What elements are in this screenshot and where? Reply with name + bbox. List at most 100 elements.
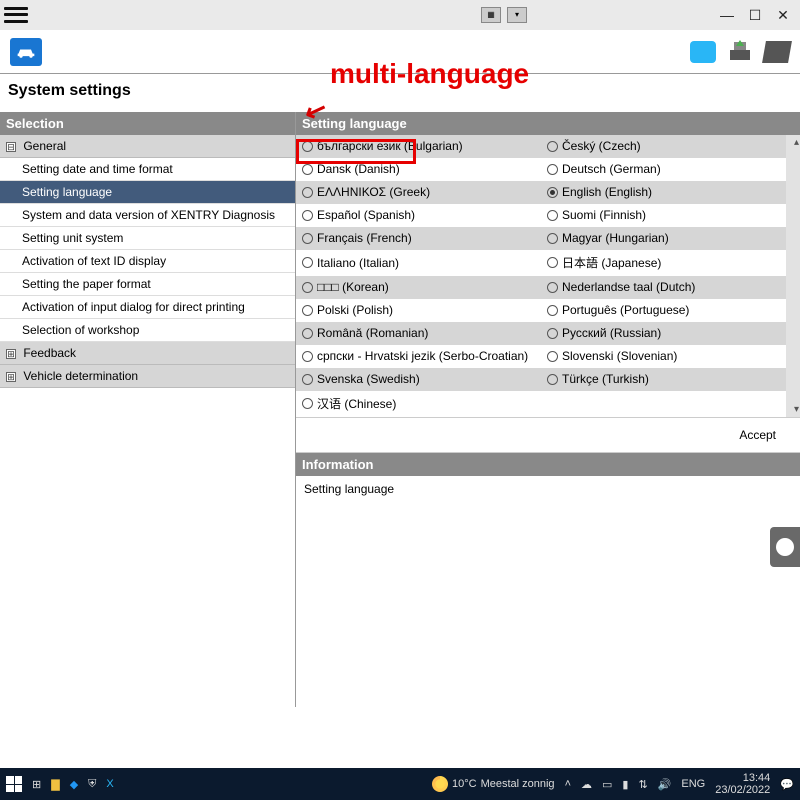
- language-label: □□□ (Korean): [317, 280, 389, 294]
- scroll-up-icon[interactable]: ▴: [794, 137, 799, 148]
- radio-icon: [302, 374, 313, 385]
- tree-item-version[interactable]: System and data version of XENTRY Diagno…: [0, 204, 295, 227]
- vehicle-button[interactable]: [10, 38, 42, 66]
- sun-icon: [432, 776, 448, 792]
- tray-lang[interactable]: ENG: [681, 778, 705, 790]
- tray-chevron-icon[interactable]: ˄: [565, 778, 571, 790]
- car-icon: [16, 45, 36, 59]
- language-option[interactable]: Русский (Russian): [541, 322, 786, 345]
- chat-icon[interactable]: [690, 41, 716, 63]
- language-option[interactable]: Český (Czech): [541, 135, 786, 158]
- radio-icon: [547, 187, 558, 198]
- language-label: Português (Portuguese): [562, 303, 689, 317]
- window-maximize-button[interactable]: ☐: [748, 7, 762, 24]
- tree-group-general[interactable]: ⊟ General: [0, 135, 295, 158]
- tree-item-datetime[interactable]: Setting date and time format: [0, 158, 295, 181]
- hamburger-menu-icon[interactable]: [4, 5, 28, 25]
- language-option[interactable]: Slovenski (Slovenian): [541, 345, 786, 368]
- titlebar-icon-dropdown[interactable]: ▾: [507, 7, 527, 23]
- radio-icon: [302, 141, 313, 152]
- language-option[interactable]: 日本語 (Japanese): [541, 250, 786, 276]
- language-label: Italiano (Italian): [317, 256, 399, 270]
- radio-icon: [547, 282, 558, 293]
- language-option[interactable]: српски - Hrvatski jezik (Serbo-Croatian): [296, 345, 541, 368]
- tray-cloud-icon[interactable]: ☁: [581, 778, 592, 791]
- language-option[interactable]: български език (Bulgarian): [296, 135, 541, 158]
- expander-icon[interactable]: ⊞: [6, 349, 16, 359]
- language-option[interactable]: Svenska (Swedish): [296, 368, 541, 391]
- language-option[interactable]: Deutsch (German): [541, 158, 786, 181]
- tray-screen-icon[interactable]: ▭: [602, 778, 612, 791]
- print-icon[interactable]: [726, 40, 754, 64]
- radio-icon: [547, 210, 558, 221]
- teamviewer-badge[interactable]: [770, 527, 800, 567]
- language-label: ΕΛΛΗΝΙΚΟΣ (Greek): [317, 185, 430, 199]
- window-close-button[interactable]: ✕: [776, 7, 790, 24]
- language-option[interactable]: Polski (Polish): [296, 299, 541, 322]
- tree-item-inputdialog[interactable]: Activation of input dialog for direct pr…: [0, 296, 295, 319]
- tree-group-label: Feedback: [23, 346, 76, 360]
- language-label: Polski (Polish): [317, 303, 393, 317]
- language-option[interactable]: Español (Spanish): [296, 204, 541, 227]
- tray-wifi-icon[interactable]: ⇅: [638, 778, 647, 791]
- language-option: [541, 391, 786, 417]
- language-option[interactable]: Suomi (Finnish): [541, 204, 786, 227]
- tray-battery-icon[interactable]: ▮: [622, 778, 628, 791]
- app-x-icon[interactable]: X: [106, 778, 113, 790]
- radio-icon: [547, 328, 558, 339]
- language-label: Nederlandse taal (Dutch): [562, 280, 695, 294]
- system-clock[interactable]: 13:44 23/02/2022: [715, 772, 770, 796]
- language-option[interactable]: Nederlandse taal (Dutch): [541, 276, 786, 299]
- language-option[interactable]: □□□ (Korean): [296, 276, 541, 299]
- tree-item-textid[interactable]: Activation of text ID display: [0, 250, 295, 273]
- window-minimize-button[interactable]: —: [720, 7, 734, 24]
- tree-group-feedback[interactable]: ⊞ Feedback: [0, 342, 295, 365]
- radio-icon: [302, 164, 313, 175]
- language-label: 日本語 (Japanese): [562, 254, 661, 271]
- language-option[interactable]: Dansk (Danish): [296, 158, 541, 181]
- windows-logo-icon: [6, 776, 22, 792]
- weather-widget[interactable]: 10°C Meestal zonnig: [432, 776, 555, 792]
- expander-icon[interactable]: ⊟: [6, 142, 16, 152]
- radio-icon: [547, 374, 558, 385]
- scroll-down-icon[interactable]: ▾: [794, 404, 799, 415]
- radio-icon: [302, 328, 313, 339]
- language-option[interactable]: ΕΛΛΗΝΙΚΟΣ (Greek): [296, 181, 541, 204]
- language-label: Français (French): [317, 231, 412, 245]
- clock-date: 23/02/2022: [715, 784, 770, 796]
- tree-item-paper[interactable]: Setting the paper format: [0, 273, 295, 296]
- accept-button[interactable]: Accept: [729, 426, 786, 444]
- tree-item-unit[interactable]: Setting unit system: [0, 227, 295, 250]
- language-option[interactable]: 汉语 (Chinese): [296, 391, 541, 417]
- information-body: Setting language: [296, 476, 800, 707]
- language-panel-header: Setting language: [296, 112, 800, 135]
- tree-item-workshop[interactable]: Selection of workshop: [0, 319, 295, 342]
- expander-icon[interactable]: ⊞: [6, 372, 16, 382]
- notification-icon[interactable]: 💬: [780, 778, 794, 791]
- shield-icon[interactable]: ⛨: [88, 778, 96, 791]
- sidebar-header: Selection: [0, 112, 295, 135]
- language-option[interactable]: Français (French): [296, 227, 541, 250]
- tree-group-label: General: [23, 139, 66, 153]
- radio-icon: [302, 305, 313, 316]
- language-option[interactable]: Magyar (Hungarian): [541, 227, 786, 250]
- file-explorer-icon[interactable]: ▇: [51, 778, 59, 791]
- tray-volume-icon[interactable]: 🔊: [658, 778, 672, 791]
- window-titlebar: ▦ ▾ — ☐ ✕: [0, 0, 800, 30]
- radio-icon: [302, 210, 313, 221]
- radio-icon: [547, 233, 558, 244]
- language-option[interactable]: Türkçe (Turkish): [541, 368, 786, 391]
- language-label: Český (Czech): [562, 139, 641, 153]
- task-view-icon[interactable]: ⊞: [32, 778, 41, 791]
- radio-icon: [302, 233, 313, 244]
- tree-item-language[interactable]: Setting language: [0, 181, 295, 204]
- language-option[interactable]: Italiano (Italian): [296, 250, 541, 276]
- titlebar-icon-grid[interactable]: ▦: [481, 7, 501, 23]
- language-option[interactable]: English (English): [541, 181, 786, 204]
- book-icon[interactable]: [762, 41, 792, 63]
- language-option[interactable]: Português (Portuguese): [541, 299, 786, 322]
- tree-group-vehicle[interactable]: ⊞ Vehicle determination: [0, 365, 295, 388]
- language-option[interactable]: Română (Romanian): [296, 322, 541, 345]
- start-button[interactable]: [6, 776, 22, 792]
- teamviewer-taskbar-icon[interactable]: ◆: [70, 778, 78, 791]
